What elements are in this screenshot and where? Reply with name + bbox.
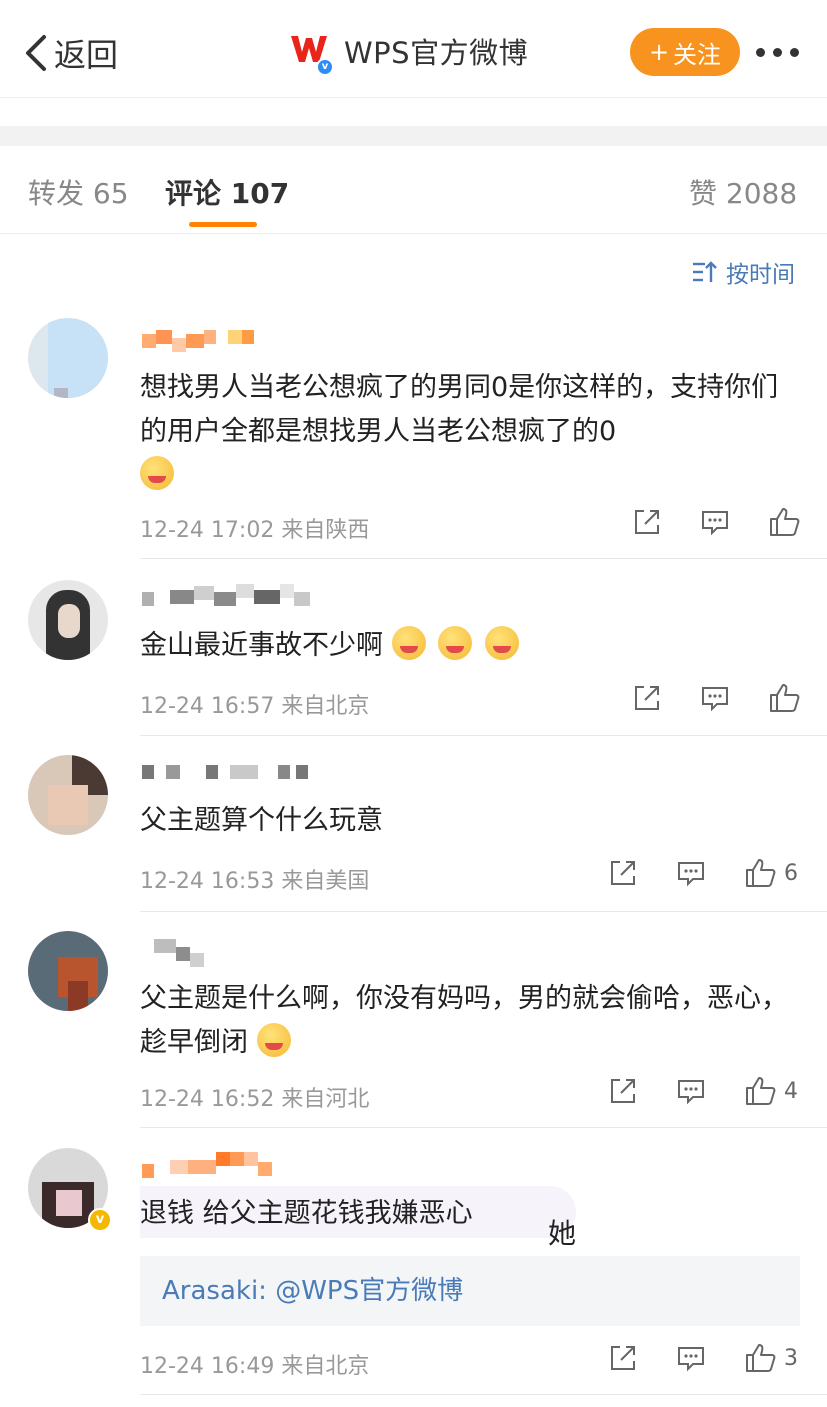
more-dot [790, 48, 799, 57]
sort-button[interactable]: 按时间 [692, 255, 795, 289]
comment-divider [140, 735, 827, 736]
wps-logo: v [288, 28, 334, 76]
tab-comment[interactable]: 评论 107 [165, 172, 289, 212]
comment-text: 父主题是什么啊，你没有妈吗，男的就会偷哈，恶心，趁早倒闭 [140, 977, 800, 1065]
comment-icon[interactable] [676, 1343, 706, 1373]
avatar[interactable] [28, 318, 108, 398]
feedback-tabs: 转发 65 评论 107 赞 2088 [0, 146, 827, 234]
comment-body: 想找男人当老公想疯了的男同0是你这样的，支持你们的用户全都是想找男人当老公想疯了… [140, 372, 779, 447]
page-title: WPS官方微博 [344, 36, 529, 70]
username-blurred[interactable] [142, 1152, 272, 1182]
comment-actions [632, 682, 802, 714]
more-dot [756, 48, 765, 57]
like-count: 6 [784, 860, 798, 886]
avatar[interactable] [28, 580, 108, 660]
quoted-reply[interactable]: Arasaki: @WPS官方微博 [140, 1256, 800, 1326]
comment-meta: 12-24 16:52 来自河北 [140, 1081, 369, 1113]
share-icon[interactable] [608, 1076, 638, 1106]
emoji-icon [484, 626, 519, 660]
comment-divider [140, 1127, 827, 1128]
like-icon[interactable] [768, 506, 802, 538]
comment-divider [140, 1394, 827, 1395]
share-icon[interactable] [632, 683, 662, 713]
top-nav-bar: 返回 v WPS官方微博 + 关注 [0, 0, 827, 100]
follow-button[interactable]: + 关注 [630, 28, 740, 76]
comment-time: 12-24 17:02 [140, 518, 275, 543]
emoji-icon [438, 626, 473, 660]
comment-text: 父主题算个什么玩意 [140, 799, 800, 843]
username-blurred[interactable] [142, 939, 204, 969]
tab-repost[interactable]: 转发 65 [28, 172, 129, 212]
comment-text: 想找男人当老公想疯了的男同0是你这样的，支持你们的用户全都是想找男人当老公想疯了… [140, 366, 800, 498]
like-count: 3 [784, 1345, 798, 1371]
like-count: 4 [784, 1078, 798, 1104]
like-action[interactable]: 4 [744, 1075, 798, 1107]
comment-body: 父主题是什么啊，你没有妈吗，男的就会偷哈，恶心，趁早倒闭 [140, 983, 788, 1058]
bubble-sticker: 她 [548, 1217, 577, 1250]
chevron-left-icon [26, 35, 46, 71]
comment-location: 来自河北 [281, 1087, 370, 1112]
username-blurred[interactable] [142, 765, 308, 795]
comment-meta: 12-24 17:02 来自陕西 [140, 512, 369, 544]
comment-actions: 3 [608, 1342, 798, 1374]
emoji-icon [140, 456, 174, 490]
comment-actions [632, 506, 802, 538]
more-dot [773, 48, 782, 57]
comment-location: 来自美国 [281, 869, 370, 894]
verified-badge-icon: v [316, 58, 334, 76]
share-icon[interactable] [632, 507, 662, 537]
like-icon [746, 1344, 776, 1372]
comment-icon[interactable] [676, 858, 706, 888]
page-title-group: v WPS官方微博 [288, 28, 529, 76]
like-action[interactable]: 3 [744, 1342, 798, 1374]
like-action[interactable]: 6 [744, 857, 798, 889]
follow-label: 关注 [673, 40, 722, 69]
comment-actions: 4 [608, 1075, 798, 1107]
like-icon[interactable] [768, 682, 802, 714]
username-blurred[interactable] [142, 584, 310, 614]
comment-divider [140, 911, 827, 912]
emoji-icon [256, 1023, 291, 1057]
comment-time: 12-24 16:52 [140, 1087, 275, 1112]
comment-location: 来自北京 [281, 1354, 370, 1379]
comment-icon[interactable] [700, 683, 730, 713]
nav-divider [0, 97, 827, 98]
comment-divider [140, 558, 827, 559]
comment-meta: 12-24 16:57 来自北京 [140, 688, 369, 720]
back-button[interactable]: 返回 [22, 30, 118, 76]
like-icon [746, 1077, 776, 1105]
username-blurred[interactable] [142, 330, 254, 360]
sort-icon [693, 261, 717, 282]
comment-icon[interactable] [700, 507, 730, 537]
vip-badge-icon: v [88, 1208, 112, 1232]
emoji-icon [391, 626, 426, 660]
comment-location: 来自陕西 [281, 518, 370, 543]
comment-body: 父主题算个什么玩意 [140, 805, 383, 836]
comment-meta: 12-24 16:53 来自美国 [140, 863, 369, 895]
avatar[interactable] [28, 931, 108, 1011]
comment-time: 12-24 16:57 [140, 694, 275, 719]
comment-body: 退钱 给父主题花钱我嫌恶心 [140, 1198, 473, 1229]
comment-meta: 12-24 16:49 来自北京 [140, 1348, 369, 1380]
share-icon[interactable] [608, 858, 638, 888]
comment-actions: 6 [608, 857, 798, 889]
comment-time: 12-24 16:49 [140, 1354, 275, 1379]
comment-body: 金山最近事故不少啊 [140, 630, 383, 661]
comment-text: 退钱 给父主题花钱我嫌恶心 [140, 1192, 800, 1236]
back-label: 返回 [54, 36, 119, 74]
tab-like[interactable]: 赞 2088 [689, 172, 797, 212]
more-icon[interactable] [756, 48, 799, 57]
comment-icon[interactable] [676, 1076, 706, 1106]
active-tab-indicator [189, 222, 257, 227]
section-separator [0, 126, 827, 146]
avatar[interactable] [28, 755, 108, 835]
comment-text: 金山最近事故不少啊 [140, 624, 800, 668]
comment-location: 来自北京 [281, 694, 370, 719]
plus-icon: + [648, 38, 670, 66]
share-icon[interactable] [608, 1343, 638, 1373]
comment-time: 12-24 16:53 [140, 869, 275, 894]
like-icon [746, 859, 776, 887]
sort-label: 按时间 [726, 262, 795, 288]
